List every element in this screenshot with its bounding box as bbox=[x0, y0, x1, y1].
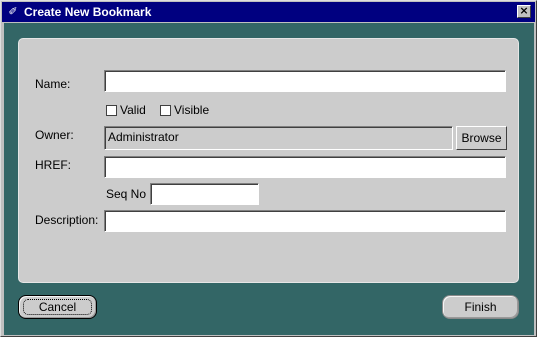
form-panel: Name: Valid Visible Owner: Administrator… bbox=[18, 38, 519, 283]
finish-label: Finish bbox=[464, 300, 497, 314]
cancel-button[interactable]: Cancel bbox=[18, 295, 97, 319]
valid-label: Valid bbox=[120, 103, 146, 117]
bookmark-icon: ✐ bbox=[8, 6, 18, 18]
visible-label: Visible bbox=[174, 103, 210, 117]
close-icon: × bbox=[519, 4, 529, 17]
seq-no-label: Seq No bbox=[106, 187, 147, 201]
href-input[interactable] bbox=[104, 156, 506, 178]
owner-field: Administrator bbox=[104, 126, 453, 150]
seq-no-input[interactable] bbox=[150, 183, 259, 205]
finish-button[interactable]: Finish bbox=[442, 295, 519, 319]
name-label: Name: bbox=[35, 77, 71, 91]
description-label: Description: bbox=[35, 213, 99, 227]
title-bar[interactable]: ✐ Create New Bookmark × bbox=[2, 2, 535, 22]
owner-label: Owner: bbox=[35, 128, 74, 142]
valid-checkbox[interactable] bbox=[106, 105, 117, 116]
name-input[interactable] bbox=[104, 70, 506, 92]
href-label: HREF: bbox=[35, 158, 71, 172]
focus-ring bbox=[23, 299, 92, 315]
browse-button[interactable]: Browse bbox=[456, 126, 507, 150]
window-title: Create New Bookmark bbox=[24, 5, 152, 19]
dialog-body: Name: Valid Visible Owner: Administrator… bbox=[4, 23, 534, 335]
description-input[interactable] bbox=[104, 210, 506, 232]
visible-checkbox[interactable] bbox=[160, 105, 171, 116]
close-button[interactable]: × bbox=[517, 5, 531, 18]
dialog-window: ✐ Create New Bookmark × Name: Valid Visi… bbox=[0, 0, 537, 337]
